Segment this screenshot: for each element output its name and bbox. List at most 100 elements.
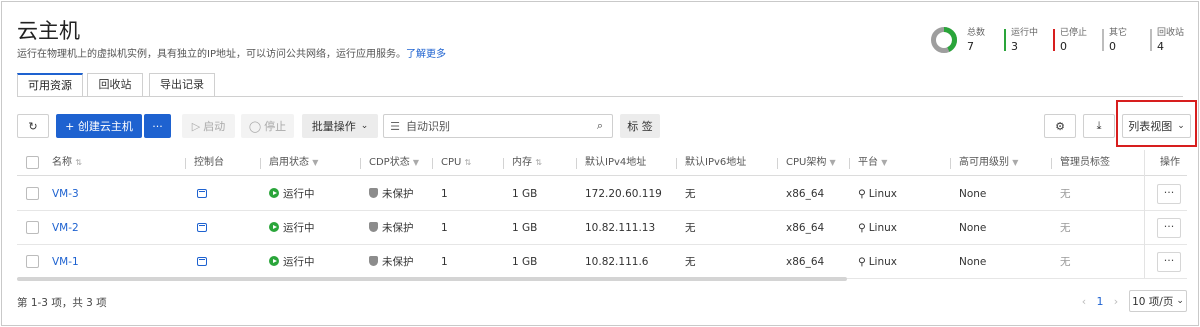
col-actions-label: 操作: [1160, 157, 1180, 168]
col-separator: [777, 158, 778, 169]
vm-platform: ⚲ Linux: [858, 177, 897, 211]
tab-export-records[interactable]: 导出记录: [149, 73, 215, 97]
search-input[interactable]: 自动识别: [406, 118, 588, 134]
tab-recycle[interactable]: 回收站: [87, 73, 143, 97]
tab-available[interactable]: 可用资源: [17, 73, 83, 97]
search-icon[interactable]: ⌕: [588, 119, 612, 133]
vm-ipv6: 无: [685, 188, 696, 200]
stat-stopped-value: 0: [1060, 40, 1067, 53]
col-ha[interactable]: 高可用级别 ▼: [950, 150, 1018, 176]
vm-arch: x86_64: [786, 256, 825, 268]
col-separator: [1051, 158, 1052, 169]
stop-button[interactable]: ◯ 停止: [241, 114, 294, 138]
running-icon: [269, 222, 279, 232]
col-platform[interactable]: 平台 ▼: [849, 150, 887, 176]
col-state[interactable]: 启用状态 ▼: [260, 150, 318, 176]
col-cdp[interactable]: CDP状态 ▼: [360, 150, 419, 176]
stat-running-value: 3: [1011, 40, 1018, 53]
vm-memory: 1 GB: [512, 256, 538, 268]
stat-other-label: 其它: [1109, 28, 1128, 38]
col-arch[interactable]: CPU架构 ▼: [777, 150, 836, 176]
console-button[interactable]: [197, 177, 207, 211]
row-more-button[interactable]: ···: [1157, 252, 1181, 272]
page-subtitle: 运行在物理机上的虚拟机实例，具有独立的IP地址，可以访问公共网络，运行应用服务。…: [17, 45, 446, 60]
vm-cpu: 1: [441, 256, 448, 268]
row-checkbox[interactable]: [26, 255, 39, 268]
vm-name-link[interactable]: VM-3: [52, 177, 79, 211]
col-separator: [950, 158, 951, 169]
col-separator: [432, 158, 433, 169]
more-actions-button[interactable]: ···: [144, 114, 171, 138]
col-cpu[interactable]: CPU ⇅: [432, 150, 471, 176]
col-memory[interactable]: 内存 ⇅: [503, 150, 542, 176]
console-icon: [197, 223, 207, 232]
table-row[interactable]: VM-2 运行中 未保护 1 1 GB 10.82.111.13 无 x86_6…: [17, 211, 1187, 245]
vm-platform-text: Linux: [868, 222, 897, 234]
table-row[interactable]: VM-3 运行中 未保护 1 1 GB 172.20.60.119 无 x86_…: [17, 177, 1187, 211]
stat-running: 运行中 3: [1004, 28, 1038, 54]
stat-total: 总数 7: [960, 28, 985, 54]
next-page-icon[interactable]: ›: [1108, 295, 1124, 308]
col-name[interactable]: 名称 ⇅: [52, 150, 82, 176]
stat-other: 其它 0: [1102, 28, 1127, 54]
row-checkbox[interactable]: [26, 221, 39, 234]
stat-stopped-label: 已停止: [1060, 28, 1088, 38]
col-platform-label: 平台: [858, 157, 878, 168]
cdp-state-text: 未保护: [382, 256, 414, 268]
select-all-checkbox[interactable]: [26, 156, 39, 169]
vm-platform: ⚲ Linux: [858, 245, 897, 279]
vm-ha: None: [959, 222, 987, 234]
subtitle-text: 运行在物理机上的虚拟机实例，具有独立的IP地址，可以访问公共网络，运行应用服务。: [17, 49, 406, 60]
vm-state: 运行中: [269, 245, 315, 279]
cdp-state: 未保护: [369, 211, 414, 245]
page-title: 云主机: [17, 19, 80, 43]
batch-actions-dropdown[interactable]: 批量操作 ⌄: [302, 114, 378, 138]
vm-ipv4: 10.82.111.13: [585, 222, 656, 234]
shield-icon: [369, 256, 378, 266]
create-vm-button[interactable]: + 创建云主机: [56, 114, 142, 138]
settings-button[interactable]: ⚙: [1044, 114, 1076, 138]
col-separator: [185, 158, 186, 169]
search-box[interactable]: ☰ 自动识别 ⌕: [383, 114, 613, 138]
download-button[interactable]: ⤓: [1083, 114, 1115, 138]
shield-icon: [369, 188, 378, 198]
vm-state-text: 运行中: [283, 188, 315, 200]
row-more-button[interactable]: ···: [1157, 218, 1181, 238]
refresh-icon: ↻: [28, 119, 38, 133]
vm-ha: None: [959, 256, 987, 268]
col-ipv4: 默认IPv4地址: [576, 150, 646, 176]
col-arch-label: CPU架构: [786, 157, 827, 168]
col-cdp-label: CDP状态: [369, 157, 410, 168]
table-header: 名称 ⇅ 控制台 启用状态 ▼ CDP状态 ▼ CPU ⇅ 内存 ⇅ 默认IPv…: [17, 150, 1187, 176]
tag-button[interactable]: 标 签: [620, 114, 660, 138]
vm-arch: x86_64: [786, 222, 825, 234]
prev-page-icon[interactable]: ‹: [1076, 295, 1092, 308]
console-icon: [197, 257, 207, 266]
row-checkbox[interactable]: [26, 187, 39, 200]
table-row[interactable]: VM-1 运行中 未保护 1 1 GB 10.82.111.6 无 x86_64…: [17, 245, 1187, 279]
console-button[interactable]: [197, 211, 207, 245]
vm-name-link[interactable]: VM-2: [52, 211, 79, 245]
horizontal-scrollbar[interactable]: [17, 277, 847, 281]
page-size-select[interactable]: 10 项/页 ⌄: [1129, 290, 1187, 312]
start-button[interactable]: ▷ 启动: [182, 114, 235, 138]
vm-state-text: 运行中: [283, 256, 315, 268]
cdp-state: 未保护: [369, 177, 414, 211]
gear-icon: ⚙: [1055, 119, 1065, 133]
stat-running-bar: [1004, 29, 1006, 51]
current-page[interactable]: 1: [1092, 295, 1108, 308]
stat-other-bar: [1102, 29, 1104, 51]
start-label: 启动: [203, 120, 226, 133]
learn-more-link[interactable]: 了解更多: [406, 49, 446, 60]
console-icon: [197, 189, 207, 198]
vm-admin-tag: 无: [1060, 222, 1071, 234]
tab-divider: [17, 96, 1183, 97]
vm-state-text: 运行中: [283, 222, 315, 234]
console-button[interactable]: [197, 245, 207, 279]
vm-platform-text: Linux: [868, 188, 897, 200]
vm-ipv4: 10.82.111.6: [585, 256, 649, 268]
vm-name-link[interactable]: VM-1: [52, 245, 79, 279]
refresh-button[interactable]: ↻: [17, 114, 49, 138]
download-icon: ⤓: [1096, 119, 1102, 132]
row-more-button[interactable]: ···: [1157, 184, 1181, 204]
